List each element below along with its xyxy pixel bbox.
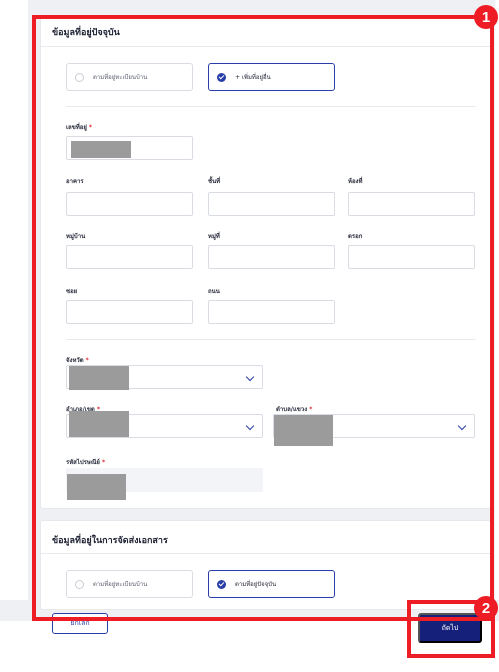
- delivery-option-registered-address[interactable]: ตามที่อยู่ทะเบียนบ้าน: [66, 570, 193, 598]
- delivery-address-title: ข้อมูลที่อยู่ในการจัดส่งเอกสาร: [52, 536, 168, 546]
- chevron-down-icon: [245, 421, 255, 431]
- redacted-value: [71, 141, 131, 158]
- required-marker: *: [101, 459, 106, 466]
- option-label: ตามที่อยู่ทะเบียนบ้าน: [93, 581, 148, 588]
- village-label: หมู่บ้าน: [66, 233, 86, 240]
- radio-checked-icon: [217, 72, 226, 82]
- subdistrict-label: ตำบล/แขวง *: [276, 406, 313, 413]
- annotation-marker-2: 2: [474, 596, 498, 620]
- option-label: ตามที่อยู่ปัจจุบัน: [235, 581, 277, 588]
- province-select[interactable]: [66, 365, 263, 390]
- delivery-option-current-address[interactable]: ตามที่อยู่ปัจจุบัน: [208, 570, 335, 598]
- left-gutter: [0, 0, 28, 600]
- annotation-marker-1: 1: [474, 5, 498, 29]
- radio-unchecked-icon: [75, 72, 84, 82]
- redacted-value: [274, 415, 333, 446]
- cancel-button[interactable]: ยกเลิก: [52, 613, 108, 634]
- room-label: ห้องที่: [348, 178, 363, 185]
- redacted-value: [69, 411, 129, 437]
- required-marker: *: [85, 357, 89, 364]
- moo-input[interactable]: [208, 245, 335, 269]
- province-label: จังหวัด *: [66, 357, 89, 364]
- option-label: + เพิ่มที่อยู่อื่น: [235, 74, 271, 81]
- section-divider: [66, 106, 476, 107]
- floor-input[interactable]: [208, 192, 335, 216]
- floor-label: ชั้นที่: [208, 178, 221, 185]
- radio-checked-icon: [217, 579, 226, 589]
- radio-unchecked-icon: [75, 579, 84, 589]
- subdistrict-select[interactable]: [273, 414, 475, 446]
- moo-label: หมู่ที่: [208, 233, 220, 240]
- next-button[interactable]: ถัดไป: [418, 613, 482, 643]
- required-marker: *: [88, 124, 93, 131]
- alley-input[interactable]: [348, 245, 475, 269]
- house-no-label: เลขที่อยู่ *: [66, 124, 93, 131]
- redacted-value: [67, 474, 126, 500]
- required-marker: *: [309, 406, 313, 413]
- chevron-down-icon: [457, 421, 467, 431]
- redacted-value: [69, 366, 129, 390]
- right-gutter: [495, 0, 499, 600]
- soi-input[interactable]: [66, 300, 193, 324]
- alley-label: ตรอก: [348, 233, 363, 240]
- village-input[interactable]: [66, 245, 193, 269]
- option-add-other-address[interactable]: + เพิ่มที่อยู่อื่น: [208, 63, 335, 91]
- chevron-down-icon: [245, 372, 255, 382]
- section-divider: [41, 46, 490, 47]
- building-label: อาคาร: [66, 178, 84, 185]
- room-input[interactable]: [348, 192, 475, 216]
- house-no-input[interactable]: [66, 136, 193, 160]
- road-input[interactable]: [208, 300, 335, 324]
- section-divider: [41, 553, 490, 554]
- postcode-label: รหัสไปรษณีย์ *: [66, 459, 106, 466]
- option-label: ตามที่อยู่ทะเบียนบ้าน: [93, 74, 148, 81]
- road-label: ถนน: [208, 288, 220, 295]
- section-divider: [66, 339, 476, 340]
- current-address-title: ข้อมูลที่อยู่ปัจจุบัน: [52, 28, 120, 38]
- soi-label: ซอย: [66, 288, 78, 295]
- building-input[interactable]: [66, 192, 193, 216]
- postcode-input: [66, 468, 263, 500]
- district-select[interactable]: [66, 411, 263, 438]
- option-registered-address[interactable]: ตามที่อยู่ทะเบียนบ้าน: [66, 63, 193, 91]
